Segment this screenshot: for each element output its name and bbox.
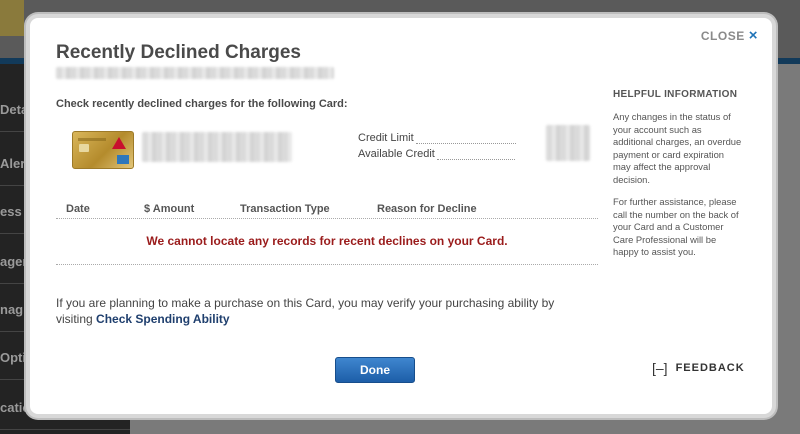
card-brand-icon — [112, 137, 126, 149]
helpful-information-paragraph: For further assistance, please call the … — [613, 196, 739, 257]
column-header-reason: Reason for Decline — [377, 203, 477, 215]
background-card-logo — [0, 0, 24, 36]
masked-card-name — [142, 132, 292, 162]
helpful-information-paragraph: Any changes in the status of your accoun… — [613, 111, 742, 185]
available-credit-label: Available Credit — [358, 148, 435, 160]
instruction-text: Check recently declined charges for the … — [56, 98, 348, 110]
credit-limit-label: Credit Limit — [358, 132, 414, 144]
column-header-transaction-type: Transaction Type — [240, 203, 330, 215]
card-chip-icon — [79, 144, 89, 152]
leader-dots — [415, 136, 516, 144]
feedback-label: FEEDBACK — [675, 362, 745, 374]
feedback-icon: [–] — [652, 360, 668, 376]
check-spending-ability-link[interactable]: Check Spending Ability — [96, 312, 230, 326]
helpful-information-panel: HELPFUL INFORMATION Any changes in the s… — [613, 88, 743, 259]
close-button[interactable]: CLOSE × — [701, 28, 758, 43]
available-credit-row: Available Credit — [358, 148, 515, 160]
helpful-information-heading: HELPFUL INFORMATION — [613, 89, 738, 100]
column-header-amount: $ Amount — [144, 203, 195, 215]
modal-title: Recently Declined Charges — [56, 42, 301, 63]
no-records-message: We cannot locate any records for recent … — [146, 234, 508, 248]
done-button[interactable]: Done — [335, 357, 415, 383]
masked-credit-amounts — [546, 125, 590, 161]
column-header-date: Date — [66, 203, 90, 215]
leader-dots — [436, 152, 515, 160]
feedback-button[interactable]: [–] FEEDBACK — [652, 360, 745, 376]
declines-table-header: Date $ Amount Transaction Type Reason fo… — [56, 200, 598, 219]
card-image — [72, 131, 134, 169]
credit-limit-row: Credit Limit — [358, 132, 516, 144]
close-icon[interactable]: × — [749, 28, 758, 43]
declined-charges-modal: CLOSE × Recently Declined Charges Check … — [26, 14, 776, 418]
close-label: CLOSE — [700, 28, 745, 43]
amex-logo-icon — [117, 155, 129, 164]
card-stripe — [78, 138, 106, 141]
purchase-info-text: If you are planning to make a purchase o… — [56, 295, 586, 327]
table-divider — [56, 264, 598, 265]
masked-account-info — [56, 67, 334, 79]
